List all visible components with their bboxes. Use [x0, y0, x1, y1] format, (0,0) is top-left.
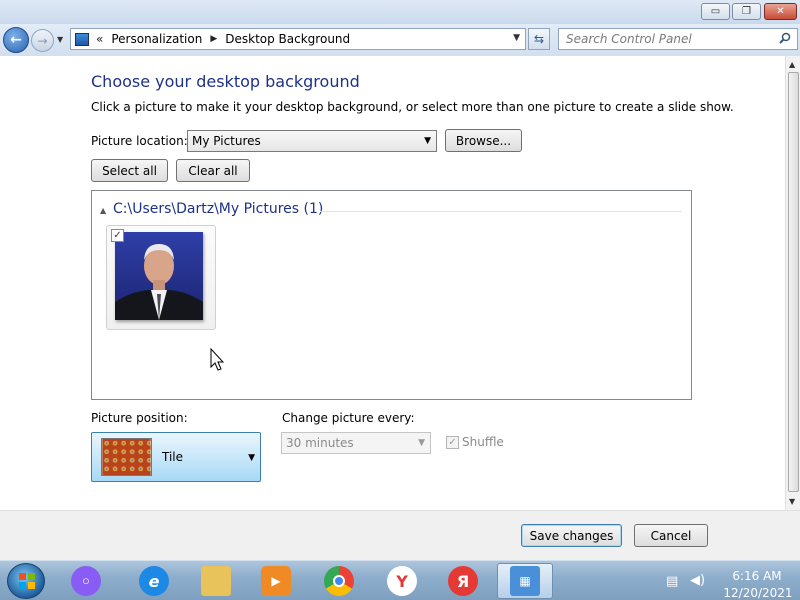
- chevron-down-icon: ▼: [418, 438, 425, 448]
- save-changes-button[interactable]: Save changes: [521, 524, 622, 547]
- picture-position-value: Tile: [162, 450, 184, 464]
- vertical-scrollbar[interactable]: ▲ ▼: [785, 56, 800, 510]
- breadcrumb-desktop-background[interactable]: Desktop Background: [225, 32, 350, 46]
- group-title[interactable]: C:\Users\Dartz\My Pictures (1): [113, 201, 323, 217]
- windows-logo-icon: [19, 573, 35, 589]
- collapse-icon[interactable]: ▲: [100, 206, 106, 215]
- internet-explorer-icon: e: [139, 566, 169, 596]
- refresh-button[interactable]: ⇆: [528, 28, 550, 50]
- picture-location-select[interactable]: My Pictures ▼: [187, 130, 437, 152]
- breadcrumb-overflow[interactable]: «: [96, 32, 103, 46]
- portrait-photo-thumbnail[interactable]: [115, 232, 203, 320]
- system-tray: ▤ ◀) 6:16 AM 12/20/2021: [660, 569, 800, 600]
- clock-time[interactable]: 6:16 AM: [722, 569, 792, 583]
- shuffle-label: Shuffle: [462, 435, 504, 449]
- alice-assistant-icon: ◦: [71, 566, 101, 596]
- chevron-down-icon: ▼: [248, 453, 255, 463]
- volume-icon[interactable]: ◀): [690, 573, 705, 588]
- search-input[interactable]: [559, 29, 774, 49]
- taskbar-internet-explorer[interactable]: e: [126, 563, 182, 599]
- picture-location-value: My Pictures: [192, 134, 261, 148]
- mouse-cursor-icon: [210, 348, 225, 371]
- taskbar-alice-assistant[interactable]: ◦: [58, 563, 114, 599]
- folder-icon: [201, 566, 231, 596]
- change-interval-value: 30 minutes: [286, 436, 354, 450]
- arrow-left-icon: ←: [10, 32, 22, 48]
- refresh-icon: ⇆: [533, 32, 545, 46]
- forward-button[interactable]: →: [31, 29, 54, 52]
- scroll-up-icon[interactable]: ▲: [789, 60, 795, 69]
- scroll-down-icon[interactable]: ▼: [789, 497, 795, 506]
- tile-pattern-icon: [101, 438, 152, 476]
- start-button[interactable]: [7, 563, 45, 599]
- taskbar-yandex[interactable]: Я: [435, 563, 491, 599]
- breadcrumb-separator-icon[interactable]: ▶: [210, 34, 217, 44]
- network-icon[interactable]: ▤: [666, 574, 678, 589]
- shuffle-checkbox: ✓: [446, 436, 459, 449]
- back-button[interactable]: ←: [3, 27, 29, 53]
- control-panel-icon: [75, 32, 89, 46]
- footer-bar: Save changes Cancel: [0, 510, 800, 560]
- navigation-bar: ← → ▼ « Personalization ▶ Desktop Backgr…: [0, 24, 800, 56]
- picture-tile[interactable]: ✓: [106, 225, 216, 330]
- title-bar: ▭ ❐ ✕: [0, 0, 800, 24]
- search-box: [558, 28, 798, 50]
- clear-all-button[interactable]: Clear all: [176, 159, 250, 182]
- picture-checkbox[interactable]: ✓: [111, 229, 124, 242]
- change-interval-select: 30 minutes ▼: [281, 432, 431, 454]
- breadcrumb-personalization[interactable]: Personalization: [111, 32, 202, 46]
- browse-button[interactable]: Browse...: [445, 129, 522, 152]
- picture-position-select[interactable]: Tile ▼: [91, 432, 261, 482]
- taskbar-control-panel[interactable]: ▦: [497, 563, 553, 599]
- picture-position-label: Picture position:: [91, 411, 188, 425]
- taskbar-chrome[interactable]: [311, 563, 367, 599]
- media-player-icon: ▶: [261, 566, 291, 596]
- yandex-browser-icon: Y: [387, 566, 417, 596]
- control-panel-icon: ▦: [510, 566, 540, 596]
- maximize-button[interactable]: ❐: [732, 3, 761, 20]
- scroll-thumb[interactable]: [788, 72, 799, 492]
- address-bar[interactable]: « Personalization ▶ Desktop Background ▼: [70, 28, 526, 50]
- search-icon[interactable]: [779, 32, 791, 44]
- cancel-button[interactable]: Cancel: [634, 524, 708, 547]
- minimize-button[interactable]: ▭: [701, 3, 730, 20]
- taskbar-yandex-browser[interactable]: Y: [374, 563, 430, 599]
- group-divider: [320, 211, 682, 212]
- picture-location-label: Picture location:: [91, 134, 188, 148]
- arrow-right-icon: →: [37, 33, 48, 48]
- taskbar-media-player[interactable]: ▶: [248, 563, 304, 599]
- clock-date[interactable]: 12/20/2021: [718, 586, 798, 600]
- change-picture-label: Change picture every:: [282, 411, 415, 425]
- page-title: Choose your desktop background: [91, 72, 360, 91]
- chrome-icon: [324, 566, 354, 596]
- taskbar: ◦ e ▶ Y Я ▦ ▤ ◀) 6:16 AM 12/20/2021: [0, 560, 800, 600]
- chevron-down-icon: ▼: [424, 136, 431, 146]
- page-description: Click a picture to make it your desktop …: [91, 100, 734, 114]
- picture-gallery[interactable]: ▲ C:\Users\Dartz\My Pictures (1) ✓: [91, 190, 692, 400]
- recent-pages-dropdown[interactable]: ▼: [57, 35, 63, 44]
- close-button[interactable]: ✕: [764, 3, 797, 20]
- address-dropdown-icon[interactable]: ▼: [513, 33, 520, 43]
- select-all-button[interactable]: Select all: [91, 159, 168, 182]
- yandex-icon: Я: [448, 566, 478, 596]
- taskbar-file-explorer[interactable]: [188, 563, 244, 599]
